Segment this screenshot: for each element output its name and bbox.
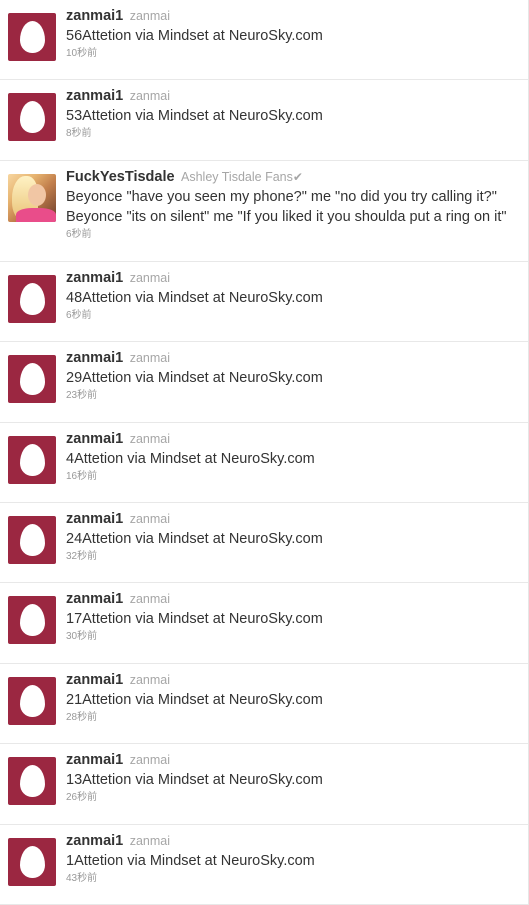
tweet-author-name[interactable]: zanmai1: [66, 833, 123, 849]
tweet-timeline: zanmai1 zanmai 56Attetion via Mindset at…: [0, 0, 529, 905]
tweet-item[interactable]: zanmai1 zanmai 17Attetion via Mindset at…: [0, 583, 528, 664]
tweet-author-name[interactable]: zanmai1: [66, 88, 123, 104]
egg-icon[interactable]: [8, 676, 56, 725]
tweet-text-line-1: Beyonce "have you seen my phone?" me "no…: [66, 188, 497, 205]
tweet-author-handle[interactable]: zanmai: [130, 512, 170, 526]
tweet-timestamp[interactable]: 6秒前: [66, 228, 518, 242]
tweet-item[interactable]: zanmai1 zanmai 1Attetion via Mindset at …: [0, 825, 528, 905]
tweet-author-name[interactable]: zanmai1: [66, 431, 123, 447]
tweet-item[interactable]: zanmai1 zanmai 56Attetion via Mindset at…: [0, 0, 528, 81]
tweet-author-handle[interactable]: zanmai: [130, 592, 170, 606]
egg-icon[interactable]: [8, 355, 56, 404]
tweet-author-handle[interactable]: zanmai: [130, 432, 170, 446]
tweet-item[interactable]: zanmai1 zanmai 24Attetion via Mindset at…: [0, 503, 528, 584]
egg-icon[interactable]: [8, 274, 56, 323]
tweet-author-handle[interactable]: zanmai: [130, 271, 170, 285]
tweet-text: 21Attetion via Mindset at NeuroSky.com: [66, 691, 323, 708]
tweet-text: 53Attetion via Mindset at NeuroSky.com: [66, 108, 323, 125]
user-photo[interactable]: [8, 173, 56, 222]
tweet-text: 4Attetion via Mindset at NeuroSky.com: [66, 450, 315, 467]
egg-icon[interactable]: [8, 13, 56, 61]
tweet-author-name[interactable]: FuckYesTisdale: [66, 169, 175, 185]
egg-icon[interactable]: [8, 837, 56, 886]
tweet-timestamp[interactable]: 8秒前: [66, 127, 518, 141]
tweet-text: 17Attetion via Mindset at NeuroSky.com: [66, 611, 323, 628]
tweet-author-handle[interactable]: zanmai: [130, 9, 170, 23]
tweet-author-handle[interactable]: zanmai: [130, 753, 170, 767]
egg-icon[interactable]: [8, 596, 56, 645]
egg-icon[interactable]: [8, 757, 56, 806]
tweet-item[interactable]: zanmai1 zanmai 48Attetion via Mindset at…: [0, 262, 528, 343]
tweet-timestamp[interactable]: 6秒前: [66, 309, 518, 323]
tweet-timestamp[interactable]: 10秒前: [66, 47, 518, 61]
egg-icon[interactable]: [8, 93, 56, 142]
tweet-timestamp[interactable]: 28秒前: [66, 711, 518, 725]
verified-icon: ✔: [292, 169, 303, 184]
tweet-item[interactable]: zanmai1 zanmai 21Attetion via Mindset at…: [0, 664, 528, 745]
tweet-text: 48Attetion via Mindset at NeuroSky.com: [66, 289, 323, 306]
tweet-author-handle[interactable]: zanmai: [130, 673, 170, 687]
tweet-author-name[interactable]: zanmai1: [66, 8, 123, 24]
egg-icon[interactable]: [8, 435, 56, 484]
tweet-text: 24Attetion via Mindset at NeuroSky.com: [66, 530, 323, 547]
tweet-text: 29Attetion via Mindset at NeuroSky.com: [66, 370, 323, 387]
tweet-item[interactable]: zanmai1 zanmai 29Attetion via Mindset at…: [0, 342, 528, 423]
tweet-timestamp[interactable]: 26秒前: [66, 791, 518, 805]
tweet-author-name[interactable]: zanmai1: [66, 752, 123, 768]
tweet-text-line-2: Beyonce "its on silent" me "If you liked…: [66, 208, 507, 225]
tweet-author-name[interactable]: zanmai1: [66, 511, 123, 527]
tweet-author-name[interactable]: zanmai1: [66, 591, 123, 607]
tweet-author-name[interactable]: zanmai1: [66, 350, 123, 366]
tweet-item[interactable]: zanmai1 zanmai 53Attetion via Mindset at…: [0, 80, 528, 161]
tweet-item[interactable]: FuckYesTisdale Ashley Tisdale Fans✔ Beyo…: [0, 161, 528, 262]
tweet-author-handle[interactable]: Ashley Tisdale Fans: [181, 170, 293, 184]
tweet-timestamp[interactable]: 30秒前: [66, 630, 518, 644]
egg-icon[interactable]: [8, 515, 56, 564]
tweet-author-handle[interactable]: zanmai: [130, 834, 170, 848]
tweet-author-name[interactable]: zanmai1: [66, 672, 123, 688]
tweet-item[interactable]: zanmai1 zanmai 13Attetion via Mindset at…: [0, 744, 528, 825]
tweet-timestamp[interactable]: 16秒前: [66, 470, 518, 484]
tweet-text: 56Attetion via Mindset at NeuroSky.com: [66, 28, 323, 44]
tweet-author-name[interactable]: zanmai1: [66, 270, 123, 286]
tweet-timestamp[interactable]: 43秒前: [66, 872, 518, 886]
tweet-timestamp[interactable]: 32秒前: [66, 550, 518, 564]
tweet-timestamp[interactable]: 23秒前: [66, 389, 518, 403]
tweet-author-handle[interactable]: zanmai: [130, 89, 170, 103]
tweet-item[interactable]: zanmai1 zanmai 4Attetion via Mindset at …: [0, 423, 528, 503]
tweet-text: 13Attetion via Mindset at NeuroSky.com: [66, 772, 323, 789]
tweet-author-handle[interactable]: zanmai: [130, 351, 170, 365]
tweet-text: 1Attetion via Mindset at NeuroSky.com: [66, 852, 315, 869]
